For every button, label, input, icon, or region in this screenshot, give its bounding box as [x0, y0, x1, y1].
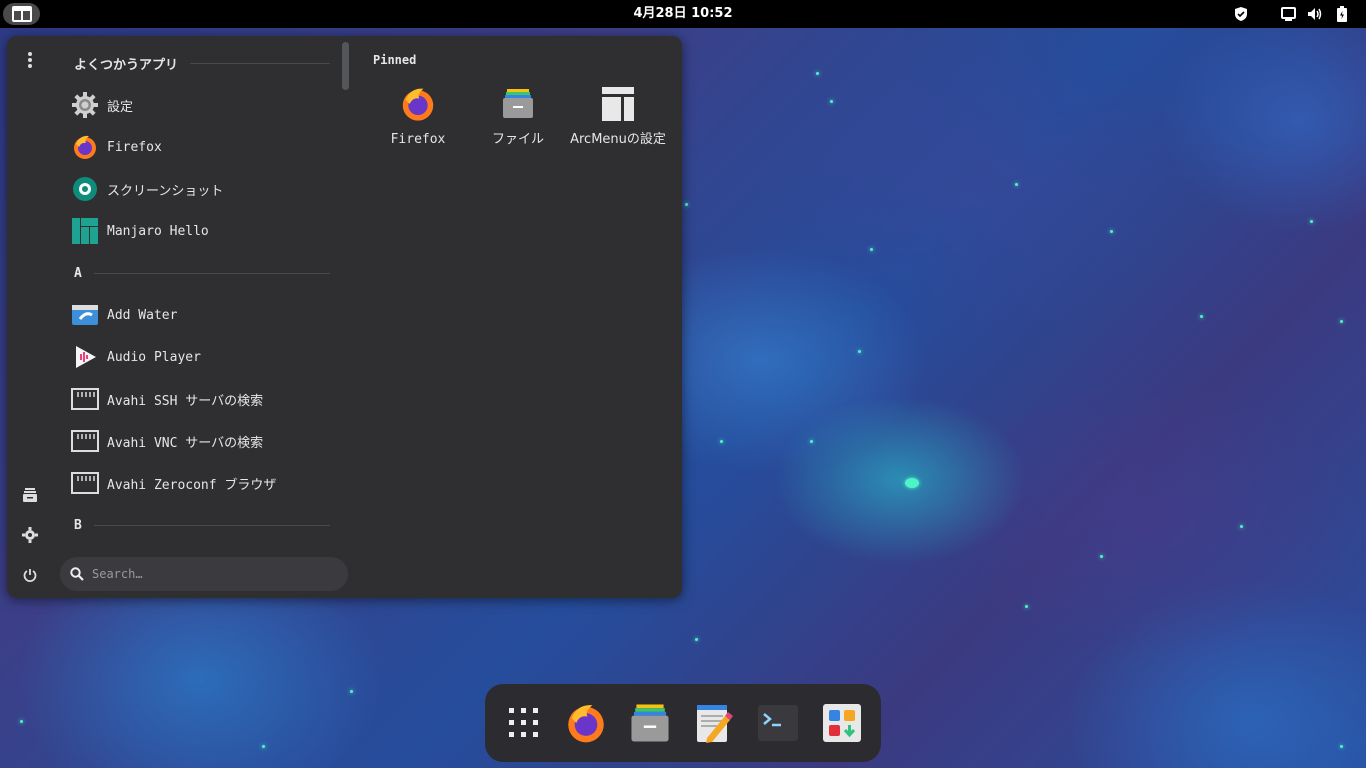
dock-text-editor[interactable] [691, 700, 737, 746]
pinned-arcmenu-settings[interactable]: ArcMenuの設定 [570, 84, 666, 150]
app-item-label: Avahi SSH サーバの検索 [107, 393, 264, 409]
menu-sidebar [7, 36, 53, 598]
app-item-label: Add Water [107, 307, 178, 323]
app-item-label: Audio Player [107, 349, 201, 365]
audio-player-icon [71, 343, 99, 371]
app-item-label: Avahi Zeroconf ブラウザ [107, 477, 277, 493]
network-icon [71, 385, 99, 413]
screen-icon[interactable] [1280, 6, 1296, 22]
app-item-settings[interactable]: 設定 [71, 87, 333, 123]
dock-terminal[interactable] [755, 700, 801, 746]
frequent-apps-header: よくつかうアプリ [74, 54, 330, 73]
app-item-label: Firefox [107, 139, 162, 155]
pinned-firefox[interactable]: Firefox [370, 84, 466, 150]
text-editor-icon [697, 705, 733, 743]
arcmenu-icon [598, 84, 638, 124]
app-item-avahi-ssh[interactable]: Avahi SSH サーバの検索 [71, 381, 333, 417]
pinned-title: Pinned [373, 53, 417, 67]
section-b-title: B [74, 518, 82, 533]
network-icon [71, 469, 99, 497]
files-icon [631, 704, 669, 742]
frequent-apps-title: よくつかうアプリ [74, 58, 179, 73]
volume-icon[interactable] [1307, 6, 1323, 22]
manjaro-icon [71, 217, 99, 245]
app-item-manjaro-hello[interactable]: Manjaro Hello [71, 213, 333, 249]
screenshot-icon [71, 175, 99, 203]
arcmenu-panel: よくつかうアプリ 設定 Firefox スクリーンショット Manjaro He… [7, 36, 682, 598]
app-item-label: 設定 [107, 99, 134, 115]
files-icon [498, 84, 538, 124]
firefox-icon [71, 133, 99, 161]
pinned-files[interactable]: ファイル [470, 84, 566, 150]
settings-sidebar-button[interactable] [18, 523, 42, 547]
search-icon [70, 567, 84, 581]
power-button[interactable] [18, 563, 42, 587]
section-a-header: A [74, 266, 330, 281]
divider [93, 273, 330, 274]
search-input[interactable] [90, 566, 314, 582]
app-grid-icon [509, 708, 538, 737]
dock-software-store[interactable] [819, 700, 865, 746]
network-icon [71, 427, 99, 455]
app-item-screenshot[interactable]: スクリーンショット [71, 171, 333, 207]
app-item-avahi-vnc[interactable]: Avahi VNC サーバの検索 [71, 423, 333, 459]
app-item-add-water[interactable]: Add Water [71, 297, 333, 333]
settings-gear-icon [71, 91, 99, 119]
files-icon [23, 488, 37, 502]
app-item-label: スクリーンショット [107, 183, 224, 199]
app-item-avahi-zeroconf[interactable]: Avahi Zeroconf ブラウザ [71, 465, 333, 501]
divider [190, 63, 330, 64]
app-list-scrollbar[interactable] [342, 42, 349, 90]
app-item-firefox[interactable]: Firefox [71, 129, 333, 165]
more-vert-icon[interactable] [18, 48, 42, 72]
app-item-audio-player[interactable]: Audio Player [71, 339, 333, 375]
clock[interactable]: 4月28日 10:52 [0, 0, 1366, 28]
firefox-icon [398, 84, 438, 124]
files-sidebar-button[interactable] [18, 483, 42, 507]
add-water-icon [71, 301, 99, 329]
top-bar: 4月28日 10:52 [0, 0, 1366, 28]
pinned-label: Firefox [390, 132, 446, 147]
power-icon [23, 569, 37, 582]
section-a-title: A [74, 266, 82, 281]
app-item-label: Avahi VNC サーバの検索 [107, 435, 264, 451]
shield-icon[interactable] [1233, 6, 1249, 22]
dock [485, 684, 881, 762]
terminal-icon [758, 705, 798, 741]
battery-icon[interactable] [1336, 6, 1348, 22]
firefox-icon [568, 705, 604, 743]
divider [93, 525, 330, 526]
search-box[interactable] [60, 557, 348, 591]
app-grid-button[interactable] [501, 700, 547, 746]
pinned-label: ArcMenuの設定 [570, 132, 666, 147]
dock-firefox[interactable] [563, 700, 609, 746]
software-store-icon [823, 704, 861, 742]
section-b-header: B [74, 518, 330, 533]
dock-files[interactable] [627, 700, 673, 746]
pinned-label: ファイル [491, 132, 544, 147]
settings-icon [22, 527, 38, 543]
app-item-label: Manjaro Hello [107, 223, 209, 239]
